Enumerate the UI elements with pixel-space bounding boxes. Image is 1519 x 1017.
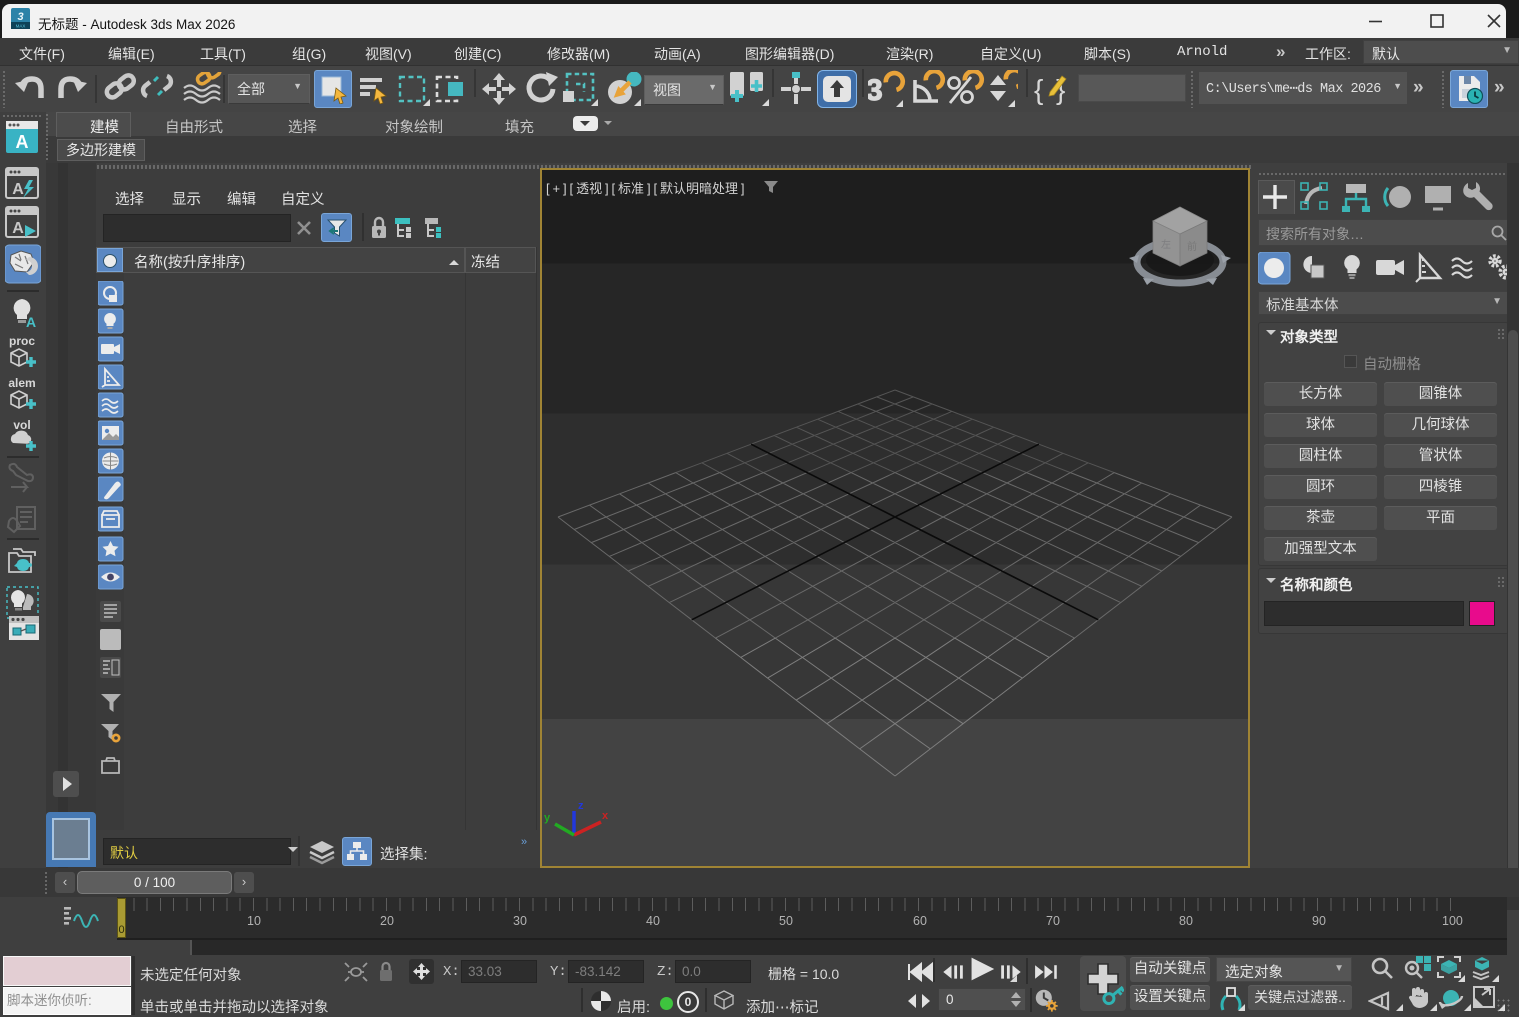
- svg-text:A: A: [12, 181, 24, 198]
- svg-text:3: 3: [17, 11, 23, 23]
- svg-text:3: 3: [868, 74, 883, 107]
- svg-text:A: A: [26, 314, 36, 330]
- svg-text:alem: alem: [8, 376, 35, 390]
- svg-text:MAX: MAX: [16, 24, 26, 29]
- svg-text:A: A: [16, 132, 29, 152]
- svg-text:左: 左: [1161, 236, 1171, 251]
- svg-text:前: 前: [1187, 238, 1197, 253]
- svg-text:z: z: [578, 800, 584, 812]
- svg-text:proc: proc: [9, 334, 35, 348]
- svg-text:A: A: [12, 220, 24, 237]
- svg-text:{: {: [1034, 74, 1043, 105]
- svg-text:x: x: [602, 810, 609, 822]
- svg-text:vol: vol: [13, 418, 30, 432]
- svg-text:y: y: [544, 812, 551, 824]
